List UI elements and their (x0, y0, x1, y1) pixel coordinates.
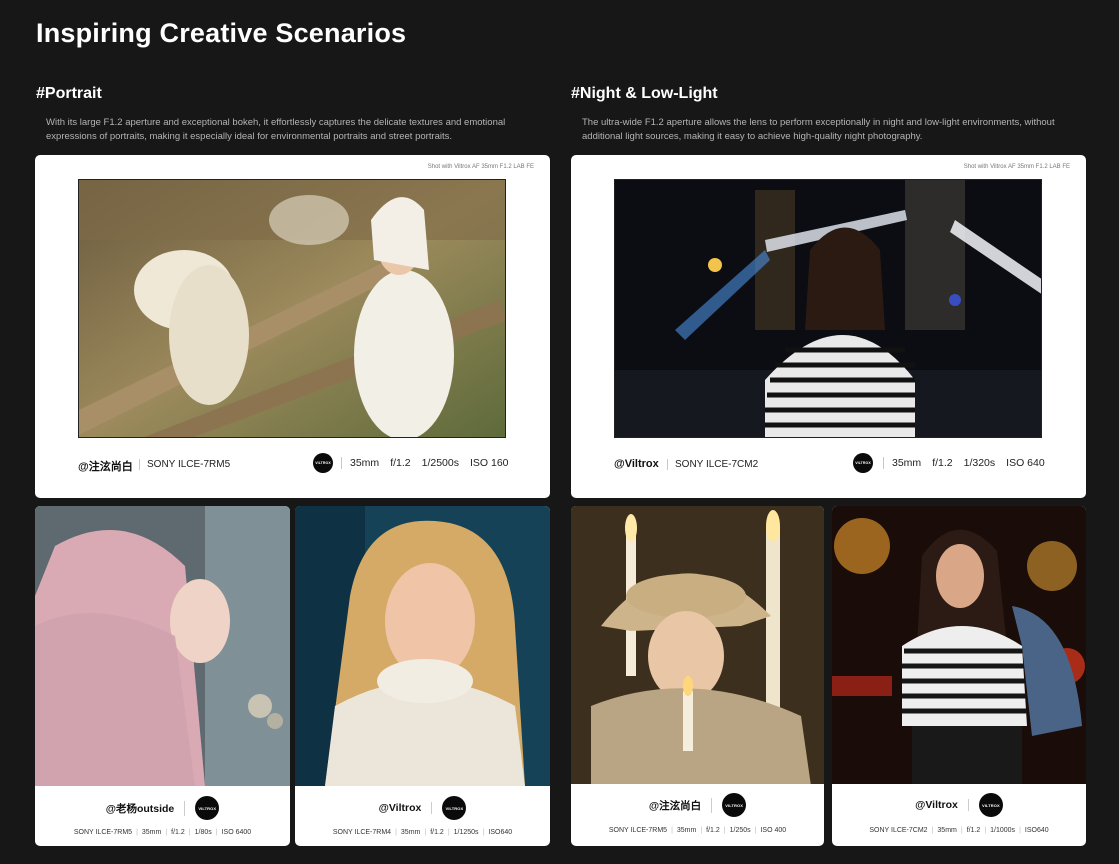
exif-focal: 35mm (350, 457, 380, 469)
author-name[interactable]: @老杨outside (106, 800, 186, 816)
section-description-night: The ultra-wide F1.2 aperture allows the … (582, 117, 1055, 142)
author-name[interactable]: @Viltrox (614, 458, 659, 470)
viltrox-logo-icon: VILTROX (195, 796, 220, 820)
exif-shutter: 1/80s (185, 829, 212, 836)
feature-card-portrait[interactable]: Shot with Viltrox AF 35mm F1.2 LAB FE @注… (35, 155, 550, 498)
exif-focal: 35mm (892, 457, 922, 469)
author-row: @Viltrox VILTROX (295, 796, 550, 820)
shot-note: Shot with Viltrox AF 35mm F1.2 LAB FE (427, 164, 534, 170)
photo-tower-bridge-night (614, 179, 1042, 438)
exif-aperture: f/1.2 (420, 829, 443, 836)
section-heading-night: #Night & Low-Light (571, 85, 718, 102)
exif-info: 35mm f/1.2 1/2500s ISO 160 (341, 457, 509, 469)
camera-model: SONY ILCE-7CM2 (667, 459, 758, 470)
camera-model: SONY ILCE-7CM2 (869, 827, 928, 834)
photo-card[interactable]: @老杨outside VILTROX SONY ILCE-7RM535mmf/1… (35, 506, 290, 846)
exif-shutter: 1/1000s (980, 827, 1015, 834)
exif-info: SONY ILCE-7RM435mmf/1.21/1250sISO640 (295, 829, 550, 836)
viltrox-logo-icon: VILTROX (313, 453, 333, 473)
viltrox-logo-icon: VILTROX (978, 793, 1003, 817)
viltrox-logo-icon: VILTROX (853, 453, 873, 473)
exif-focal: 35mm (667, 827, 696, 834)
photo-neon-street (832, 506, 1086, 784)
shot-note: Shot with Viltrox AF 35mm F1.2 LAB FE (963, 164, 1070, 170)
exif-info: SONY ILCE-7RM535mmf/1.21/250sISO 400 (571, 827, 824, 834)
exif-focal: 35mm (928, 827, 957, 834)
camera-model: SONY ILCE-7RM5 (139, 459, 230, 470)
exif-shutter: 1/1250s (444, 829, 479, 836)
section-heading-portrait: #Portrait (36, 85, 102, 102)
viltrox-logo-icon: VILTROX (722, 793, 747, 817)
exif-focal: 35mm (391, 829, 420, 836)
exif-iso: ISO 6400 (212, 829, 251, 836)
viltrox-logo-icon: VILTROX (442, 796, 467, 820)
exif-info: SONY ILCE-7RM535mmf/1.21/80sISO 6400 (35, 829, 290, 836)
exif-info: SONY ILCE-7CM235mmf/1.21/1000sISO640 (832, 827, 1086, 834)
photo-pink-hair (35, 506, 290, 786)
author-row: @Viltrox VILTROX (832, 793, 1086, 817)
exif-aperture: f/1.2 (932, 457, 953, 469)
author-name[interactable]: @Viltrox (379, 802, 433, 814)
camera-model: SONY ILCE-7RM5 (608, 827, 668, 834)
photo-card[interactable]: @Viltrox VILTROX SONY ILCE-7RM435mmf/1.2… (295, 506, 550, 846)
exif-shutter: 1/250s (720, 827, 751, 834)
exif-iso: ISO640 (1015, 827, 1049, 834)
author-name[interactable]: @注泫尚白 (649, 797, 713, 813)
exif-iso: ISO 400 (751, 827, 787, 834)
exif-focal: 35mm (132, 829, 161, 836)
exif-shutter: 1/320s (963, 457, 996, 469)
photo-candlelight-hat (571, 506, 824, 784)
feature-card-night[interactable]: Shot with Viltrox AF 35mm F1.2 LAB FE @V… (571, 155, 1086, 498)
section-description-portrait: With its large F1.2 aperture and excepti… (46, 117, 506, 142)
exif-iso: ISO640 (479, 829, 513, 836)
photo-blonde-sweater (295, 506, 550, 786)
exif-aperture: f/1.2 (390, 457, 411, 469)
exif-aperture: f/1.2 (696, 827, 719, 834)
photo-portrait-sheep (78, 179, 506, 438)
exif-iso: ISO 640 (1006, 457, 1045, 469)
author-name[interactable]: @Viltrox (915, 799, 969, 811)
exif-info: 35mm f/1.2 1/320s ISO 640 (883, 457, 1045, 469)
exif-aperture: f/1.2 (161, 829, 184, 836)
photo-card[interactable]: @注泫尚白 VILTROX SONY ILCE-7RM535mmf/1.21/2… (571, 506, 824, 846)
exif-aperture: f/1.2 (957, 827, 980, 834)
exif-iso: ISO 160 (470, 457, 509, 469)
photo-card[interactable]: @Viltrox VILTROX SONY ILCE-7CM235mmf/1.2… (832, 506, 1086, 846)
camera-model: SONY ILCE-7RM5 (73, 829, 133, 836)
page-title: Inspiring Creative Scenarios (36, 18, 407, 48)
exif-shutter: 1/2500s (421, 457, 459, 469)
author-row: @注泫尚白 VILTROX (571, 793, 824, 817)
author-row: @老杨outside VILTROX (35, 796, 290, 820)
camera-model: SONY ILCE-7RM4 (332, 829, 392, 836)
author-name[interactable]: @注泫尚白 (78, 458, 133, 474)
